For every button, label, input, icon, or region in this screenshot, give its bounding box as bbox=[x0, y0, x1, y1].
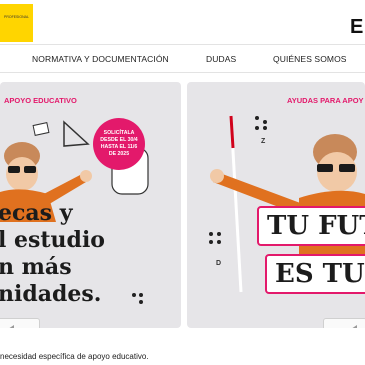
braille-letter: Z bbox=[261, 138, 266, 145]
slogan-line-1: TU FUT bbox=[257, 206, 365, 246]
badge-line: DESDE EL 30/4 bbox=[100, 137, 138, 143]
badge-line: HASTA EL 11/6 bbox=[100, 144, 138, 150]
nav-item-dudas[interactable]: DUDAS bbox=[206, 54, 236, 64]
site-logo[interactable]: PROFESIONAL bbox=[0, 4, 33, 42]
promo-card-becas[interactable]: APOYO EDUCATIVO SOLICÍTALA DESDE EL 30/4… bbox=[0, 82, 181, 328]
nav-item-normativa[interactable]: NORMATIVA Y DOCUMENTACIÓN bbox=[32, 54, 169, 64]
card-headline: ecas y l estudio n más nidades. bbox=[0, 200, 105, 308]
headline-line: l estudio bbox=[0, 227, 105, 253]
deadline-badge: SOLICÍTALA DESDE EL 30/4 HASTA EL 11/6 D… bbox=[93, 118, 145, 170]
badge-line: DE 2025 bbox=[108, 151, 130, 157]
slogan-line-2: ES TU bbox=[265, 254, 365, 294]
footer-band bbox=[0, 328, 365, 350]
footer-description: necesidad específica de apoyo educativo. bbox=[0, 352, 149, 361]
main-nav: NORMATIVA Y DOCUMENTACIÓN DUDAS QUIÉNES … bbox=[0, 44, 365, 73]
headline-line: n más bbox=[0, 254, 72, 280]
logo-text: PROFESIONAL bbox=[4, 15, 29, 19]
promo-card-ayudas[interactable]: AYUDAS PARA APOY Z D TU FUT ES TU bbox=[187, 82, 365, 328]
brand-title: E bbox=[350, 16, 364, 38]
braille-letter: D bbox=[216, 260, 222, 267]
top-header: PROFESIONAL E bbox=[0, 0, 365, 44]
badge-line: SOLICÍTALA bbox=[103, 130, 135, 136]
headline-line: ecas y bbox=[0, 200, 73, 226]
headline-line: nidades. bbox=[0, 281, 102, 307]
nav-item-quienes-somos[interactable]: QUIÉNES SOMOS bbox=[273, 54, 347, 64]
